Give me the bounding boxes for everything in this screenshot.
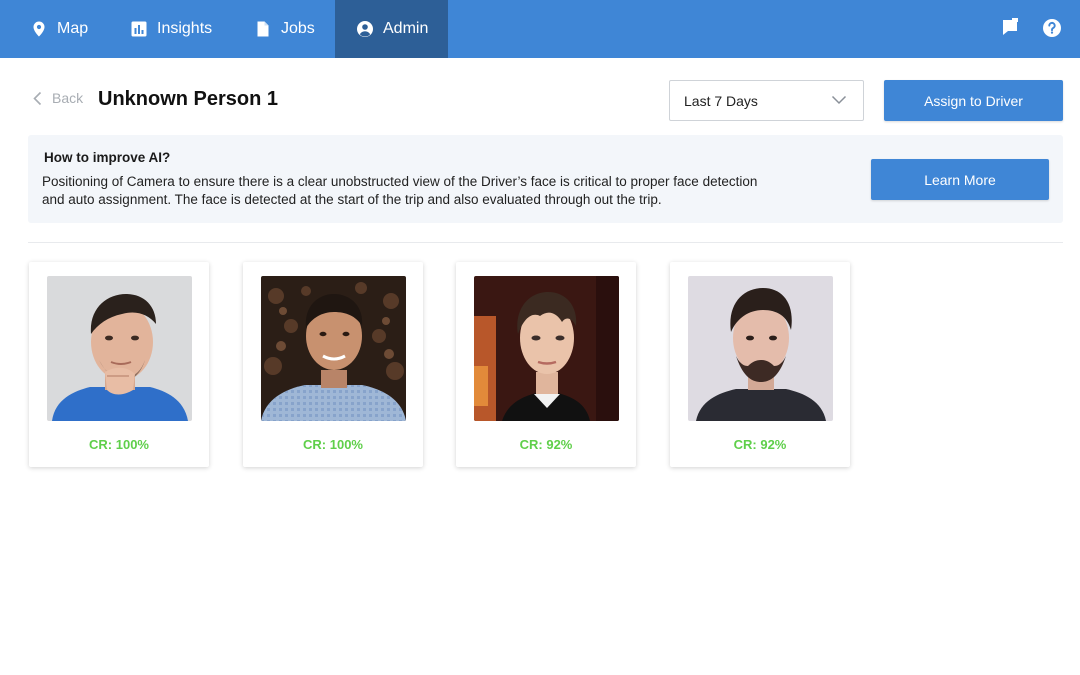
face-photo: [261, 276, 406, 421]
confidence-rating: CR: 100%: [303, 437, 363, 452]
confidence-rating: CR: 100%: [89, 437, 149, 452]
face-photo: [688, 276, 833, 421]
date-range-select[interactable]: Last 7 Days: [669, 80, 864, 121]
chevron-down-icon: [831, 95, 847, 105]
nav-item-label: Insights: [157, 20, 213, 37]
top-nav: Map Insights Jobs Admin: [0, 0, 1080, 58]
bar-chart-icon: [130, 20, 148, 38]
nav-item-map[interactable]: Map: [30, 0, 88, 58]
face-card[interactable]: CR: 92%: [456, 262, 636, 467]
nav-item-label: Jobs: [281, 20, 315, 37]
confidence-rating: CR: 92%: [733, 437, 787, 452]
face-card[interactable]: CR: 100%: [243, 262, 423, 467]
document-icon: [254, 20, 272, 38]
help-icon[interactable]: [1041, 17, 1063, 39]
assign-to-driver-button[interactable]: Assign to Driver: [884, 80, 1063, 121]
date-range-value: Last 7 Days: [684, 92, 758, 109]
user-circle-icon: [356, 20, 374, 38]
nav-item-label: Map: [57, 20, 89, 37]
nav-item-label: Admin: [383, 20, 429, 37]
back-label: Back: [52, 90, 84, 106]
chevron-left-icon: [33, 91, 42, 105]
divider: [28, 242, 1063, 243]
face-photo: [474, 276, 619, 421]
nav-item-admin[interactable]: Admin: [335, 0, 448, 58]
nav-item-insights[interactable]: Insights: [130, 0, 212, 58]
tip-title: How to improve AI?: [44, 150, 171, 165]
nav-item-jobs[interactable]: Jobs: [254, 0, 315, 58]
confidence-rating: CR: 92%: [519, 437, 573, 452]
face-card[interactable]: CR: 92%: [670, 262, 850, 467]
flag-icon[interactable]: [1000, 17, 1022, 39]
face-card[interactable]: CR: 100%: [29, 262, 209, 467]
page-title: Unknown Person 1: [98, 88, 279, 110]
learn-more-button[interactable]: Learn More: [871, 159, 1049, 200]
map-pin-icon: [30, 20, 48, 38]
face-photo: [47, 276, 192, 421]
tip-text: Positioning of Camera to ensure there is…: [42, 174, 758, 207]
back-link[interactable]: Back: [33, 90, 83, 106]
